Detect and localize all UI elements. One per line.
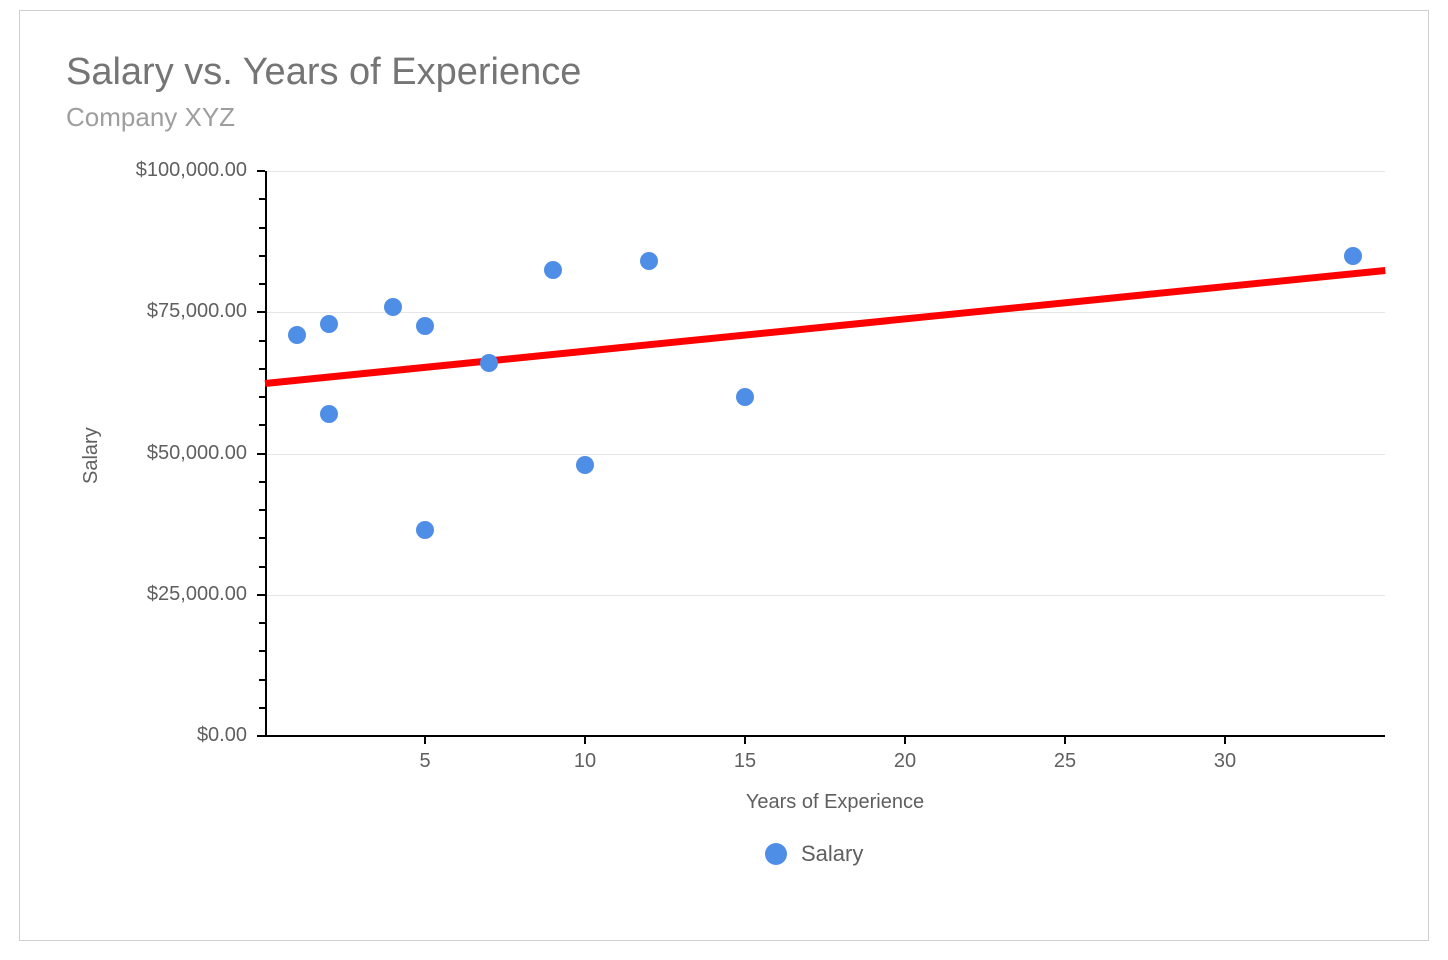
data-point — [320, 315, 338, 333]
y-tick — [257, 735, 265, 737]
x-tick — [904, 736, 906, 744]
chart-frame: Salary vs. Years of Experience Company X… — [19, 10, 1429, 941]
y-axis-line — [265, 171, 267, 736]
y-tick-label: $75,000.00 — [47, 300, 247, 323]
x-tick — [1224, 736, 1226, 744]
y-tick-label: $100,000.00 — [47, 159, 247, 182]
legend: Salary — [765, 841, 863, 867]
data-point — [576, 456, 594, 474]
gridline — [265, 595, 1385, 596]
gridline — [265, 454, 1385, 455]
data-point — [320, 405, 338, 423]
y-tick — [257, 594, 265, 596]
y-tick — [257, 453, 265, 455]
y-axis-label: Salary — [80, 427, 103, 484]
y-tick-label: $25,000.00 — [47, 583, 247, 606]
y-tick-label: $0.00 — [47, 724, 247, 747]
x-axis-label: Years of Experience — [725, 791, 945, 814]
legend-swatch-icon — [765, 843, 787, 865]
x-tick-label: 10 — [565, 750, 605, 773]
gridline — [265, 171, 1385, 172]
gridline — [265, 312, 1385, 313]
y-tick-label: $50,000.00 — [47, 442, 247, 465]
chart-subtitle: Company XYZ — [66, 102, 581, 133]
x-axis-line — [265, 735, 1385, 737]
data-point — [384, 298, 402, 316]
data-point — [736, 388, 754, 406]
data-point — [480, 354, 498, 372]
x-tick-label: 25 — [1045, 750, 1085, 773]
data-point — [416, 521, 434, 539]
data-point — [416, 317, 434, 335]
x-tick — [584, 736, 586, 744]
data-point — [544, 261, 562, 279]
data-point — [1344, 247, 1362, 265]
x-tick-label: 5 — [405, 750, 445, 773]
y-tick — [257, 170, 265, 172]
x-tick — [1064, 736, 1066, 744]
legend-label: Salary — [801, 841, 863, 867]
chart-title-block: Salary vs. Years of Experience Company X… — [66, 51, 581, 133]
x-tick — [744, 736, 746, 744]
data-point — [640, 252, 658, 270]
y-tick — [257, 311, 265, 313]
x-tick — [424, 736, 426, 744]
x-tick-label: 30 — [1205, 750, 1245, 773]
chart-title: Salary vs. Years of Experience — [66, 51, 581, 94]
x-tick-label: 15 — [725, 750, 765, 773]
plot-area: $0.00$25,000.00$50,000.00$75,000.00$100,… — [265, 171, 1385, 736]
data-point — [288, 326, 306, 344]
x-tick-label: 20 — [885, 750, 925, 773]
